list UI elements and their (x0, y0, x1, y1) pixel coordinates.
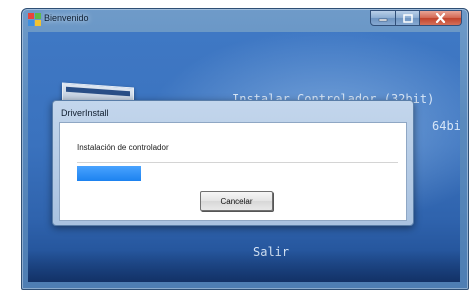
window-title: Bienvenido (44, 13, 89, 23)
divider (77, 162, 398, 163)
dialog-title: DriverInstall (61, 108, 109, 118)
cancel-button[interactable]: Cancelar (200, 191, 273, 211)
status-label: Instalación de controlador (77, 143, 169, 152)
minimize-button[interactable] (370, 10, 396, 26)
close-icon (435, 13, 446, 23)
caption-buttons (370, 10, 462, 26)
progress-fill (77, 166, 141, 181)
app-icon (28, 13, 41, 26)
maximize-icon (402, 13, 413, 23)
maximize-button[interactable] (396, 10, 420, 26)
title-bar[interactable]: Bienvenido (22, 9, 468, 31)
exit-option[interactable]: Salir (253, 245, 289, 259)
close-button[interactable] (420, 10, 462, 26)
install-64bit-option[interactable]: 64bit) (432, 119, 460, 133)
progress-bar (77, 166, 398, 181)
minimize-icon (378, 18, 388, 22)
install-progress-dialog: DriverInstall Instalación de controlador… (52, 100, 414, 226)
dialog-body: Instalación de controlador Cancelar (59, 122, 407, 221)
